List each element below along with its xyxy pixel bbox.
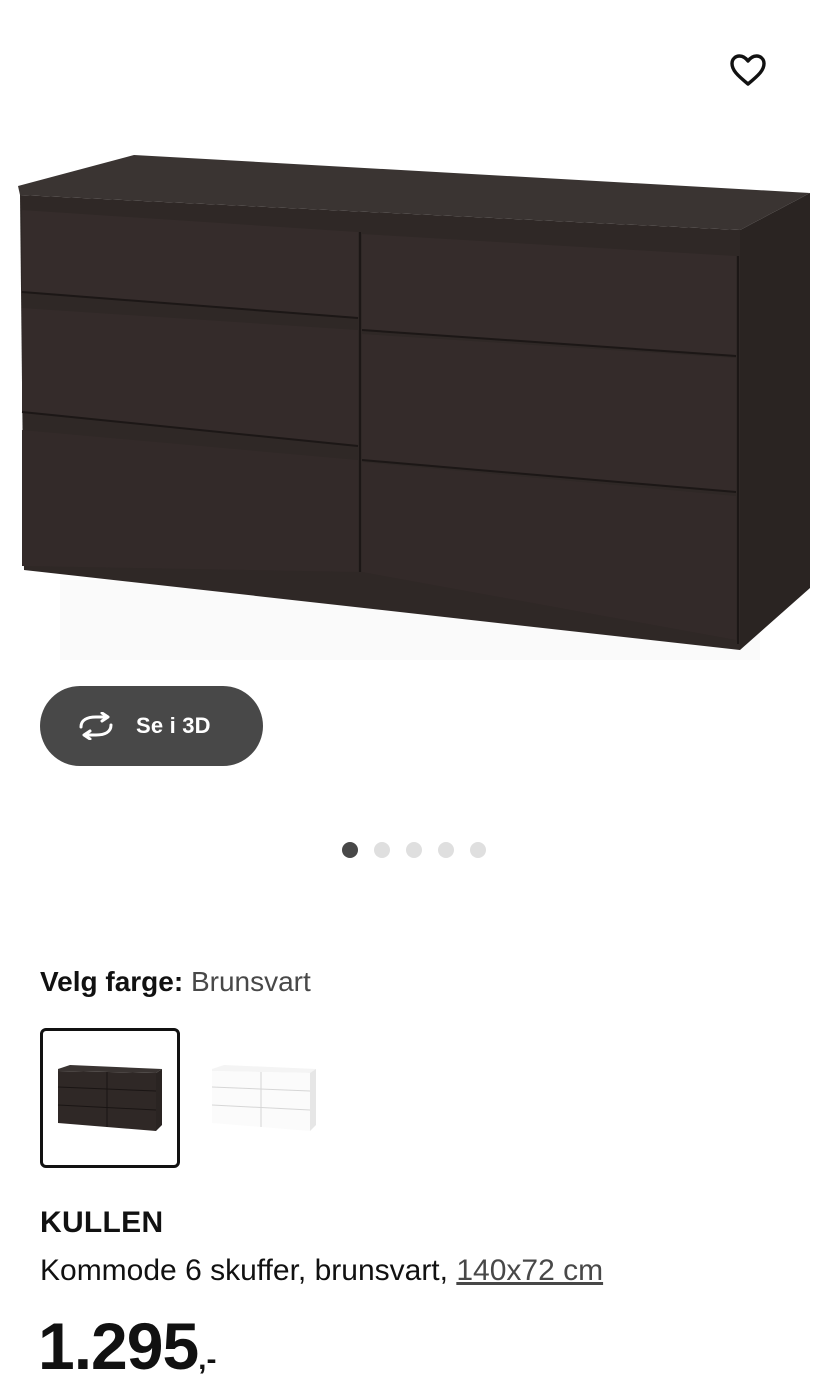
product-dimensions-link[interactable]: 140x72 cm	[456, 1254, 603, 1287]
color-label: Velg farge:	[40, 966, 184, 997]
product-price: 1.295 ,-	[38, 1306, 217, 1386]
product-image[interactable]	[0, 140, 828, 670]
view-in-3d-label: Se i 3D	[136, 713, 211, 738]
price-integer: 1.295	[38, 1309, 199, 1383]
carousel-indicator	[0, 842, 828, 858]
dresser-thumbnail-dark	[57, 1065, 162, 1131]
color-swatches	[40, 1028, 334, 1168]
swatch-brunsvart[interactable]	[40, 1028, 180, 1168]
carousel-dot-1[interactable]	[342, 842, 358, 858]
heart-outline-icon	[730, 54, 766, 86]
carousel-dot-2[interactable]	[374, 842, 390, 858]
dresser-image	[18, 155, 810, 660]
carousel-dot-4[interactable]	[438, 842, 454, 858]
color-selection-label: Velg farge: Brunsvart	[40, 964, 311, 1000]
color-value: Brunsvart	[190, 966, 311, 997]
favorite-button[interactable]	[722, 46, 774, 94]
product-description-text: Kommode 6 skuffer, brunsvart,	[40, 1254, 448, 1287]
view-in-3d-button[interactable]: Se i 3D	[40, 686, 263, 766]
product-name: KULLEN	[40, 1206, 164, 1239]
rotate-3d-icon	[74, 711, 118, 741]
dresser-thumbnail-white	[211, 1065, 316, 1131]
swatch-hvit[interactable]	[194, 1028, 334, 1168]
product-description: Kommode 6 skuffer, brunsvart, 140x72 cm	[40, 1254, 603, 1288]
carousel-dot-5[interactable]	[470, 842, 486, 858]
carousel-dot-3[interactable]	[406, 842, 422, 858]
price-suffix: ,-	[198, 1343, 217, 1376]
